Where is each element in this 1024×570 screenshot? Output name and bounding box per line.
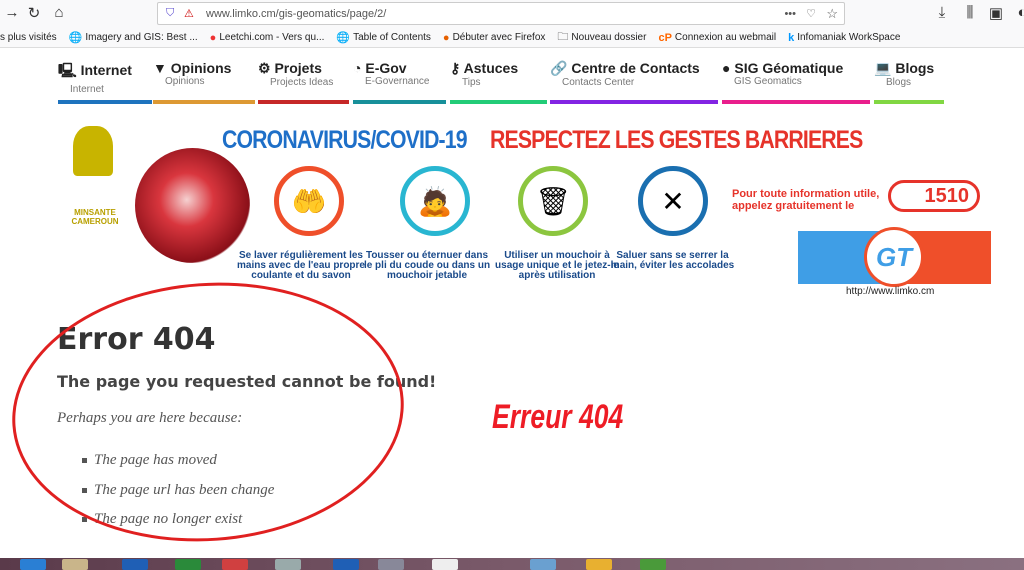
key-icon: ⚷ — [450, 60, 461, 76]
app-icon[interactable] — [378, 559, 404, 570]
bookmark-star-icon[interactable]: ☆ — [826, 6, 838, 22]
nav-opinions[interactable]: ▼ Opinions Opinions — [153, 60, 258, 104]
app-icon[interactable] — [586, 559, 612, 570]
nav-astuces[interactable]: ⚷ Astuces Tips — [450, 60, 550, 104]
browser-toolbar: → ↻ ⌂ ⛉ ⚠ www.limko.cm/gis-geomatics/pag… — [0, 0, 1024, 28]
erreur-annotation: Erreur 404 — [492, 398, 624, 436]
word-icon[interactable] — [333, 559, 359, 570]
handwash-icon: 🤲 — [274, 166, 344, 236]
bookmark-most-visited[interactable]: s plus visités — [0, 32, 57, 43]
covid-banner: CORONAVIRUS/COVID-19 RESPECTEZ LES GESTE… — [60, 118, 1000, 303]
bookmark-firefox[interactable]: ● Débuter avec Firefox — [443, 32, 545, 44]
nav-underline — [258, 100, 349, 104]
monitor-icon: 🖳 — [58, 62, 77, 78]
download-icon[interactable]: ⤓ — [932, 4, 952, 21]
red-ellipse-annotation — [3, 269, 413, 555]
globe-icon: ● — [722, 60, 731, 76]
banner-title: CORONAVIRUS/COVID-19 — [222, 126, 468, 154]
home-icon[interactable]: ⌂ — [49, 4, 69, 21]
nav-internet[interactable]: 🖳 Internet Internet — [58, 60, 153, 104]
shield-icon: ⛉ — [166, 7, 175, 19]
bookmark-leetchi[interactable]: ● Leetchi.com - Vers qu... — [210, 32, 325, 44]
tissue-icon: 🗑 — [518, 166, 588, 236]
caption-handwash: Se laver régulièrement les mains avec de… — [237, 250, 365, 281]
pocket-icon[interactable]: ♡ — [806, 7, 816, 20]
firefox-icon: ● — [442, 31, 450, 44]
nav-contacts[interactable]: 🔗 Centre de Contacts Contacts Center — [550, 60, 722, 104]
gt-logo[interactable]: GT — [798, 227, 991, 287]
globe-icon: 🌐 — [68, 32, 83, 44]
app-icon[interactable] — [275, 559, 301, 570]
caption-tissue: Utiliser un mouchoir à usage unique et l… — [495, 250, 619, 281]
rss-icon: ◔ — [353, 60, 362, 76]
minsante-logo — [68, 126, 118, 206]
url-text: www.limko.cm/gis-geomatics/page/2/ — [206, 7, 387, 20]
url-bar[interactable]: ⛉ ⚠ www.limko.cm/gis-geomatics/page/2/ •… — [157, 2, 845, 25]
account-icon[interactable]: ◐ — [1012, 4, 1024, 21]
no-handshake-icon: ✕ — [638, 166, 708, 236]
comment-icon: ▼ — [153, 60, 167, 76]
nav-projets[interactable]: ⚙ Projets Projects Ideas — [258, 60, 353, 104]
insecure-lock-icon: ⚠ — [184, 8, 194, 20]
explorer-icon[interactable] — [62, 559, 88, 570]
link-icon: 🔗 — [550, 60, 568, 76]
nav-underline — [550, 100, 718, 104]
info-text: Pour toute information utile, appelez gr… — [732, 188, 880, 212]
more-icon[interactable]: ••• — [784, 8, 796, 20]
banner-slogan: RESPECTEZ LES GESTES BARRIERES — [490, 126, 863, 154]
nav-underline — [874, 100, 944, 104]
bookmark-toc[interactable]: 🌐 Table of Contents — [336, 31, 431, 44]
sidebar-icon[interactable]: ▣ — [986, 4, 1006, 22]
phone-number: 1510 — [888, 180, 980, 212]
app-icon[interactable] — [640, 559, 666, 570]
library-icon[interactable]: ⫼ — [960, 4, 980, 21]
app-icon[interactable] — [122, 559, 148, 570]
bookmark-webmail[interactable]: cP Connexion au webmail — [658, 32, 776, 44]
bookmark-infomaniak[interactable]: k Infomaniak WorkSpace — [788, 32, 900, 44]
bookmarks-bar: s plus visités 🌐 Imagery and GIS: Best ..… — [0, 28, 1024, 48]
folder-icon: 🗀 — [557, 31, 569, 43]
ie-icon[interactable] — [20, 559, 46, 570]
taskbar — [0, 558, 1024, 570]
nav-underline — [153, 100, 255, 104]
laptop-icon: 💻 — [874, 60, 892, 76]
gear-icon: ⚙ — [258, 60, 271, 76]
caption-greet: Saluer sans se serrer la main, éviter le… — [610, 250, 735, 271]
site-url: http://www.limko.cm — [846, 286, 935, 297]
virus-image — [135, 148, 250, 263]
nav-underline — [58, 100, 152, 104]
app-icon[interactable] — [432, 559, 458, 570]
cpanel-icon: cP — [658, 31, 672, 44]
nav-blogs[interactable]: 💻 Blogs Blogs — [874, 60, 954, 104]
infomaniak-icon: k — [788, 31, 795, 44]
globe-icon: 🌐 — [336, 32, 351, 44]
reload-icon[interactable]: ↻ — [24, 4, 44, 22]
main-nav: 🖳 Internet Internet ▼ Opinions Opinions ⚙ … — [58, 60, 954, 104]
cough-elbow-icon: 🙇 — [400, 166, 470, 236]
nav-underline — [450, 100, 547, 104]
app-icon[interactable] — [222, 559, 248, 570]
leetchi-icon: ● — [209, 31, 217, 44]
forward-icon[interactable]: → — [2, 4, 22, 21]
bookmark-imagery[interactable]: 🌐 Imagery and GIS: Best ... — [69, 31, 198, 44]
nav-sig[interactable]: ● SIG Géomatique GIS Geomatics — [722, 60, 874, 104]
nav-underline — [353, 100, 446, 104]
bookmark-folder[interactable]: 🗀 Nouveau dossier — [557, 28, 646, 47]
app-icon[interactable] — [530, 559, 556, 570]
nav-underline — [722, 100, 870, 104]
nav-egov[interactable]: ◔ E-Gov E-Governance — [353, 60, 450, 104]
app-icon[interactable] — [175, 559, 201, 570]
minsante-logo-text: MINSANTE CAMEROUN — [71, 208, 119, 226]
caption-cough: Tousser ou éternuer dans le pli du coude… — [363, 250, 491, 281]
